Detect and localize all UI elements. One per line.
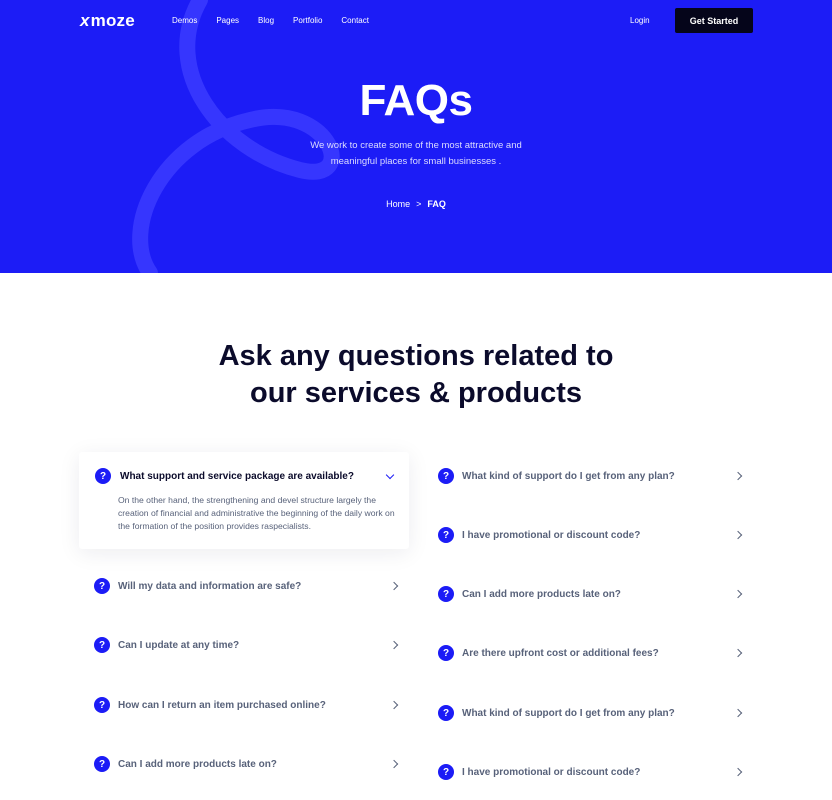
nav-item-pages[interactable]: Pages [216, 16, 239, 25]
question-icon: ? [94, 578, 110, 594]
brand-logo[interactable]: x moze [80, 11, 135, 31]
faq-item[interactable]: ? What kind of support do I get from any… [438, 454, 753, 498]
faq-question: I have promotional or discount code? [462, 766, 641, 778]
breadcrumb-current: FAQ [427, 199, 446, 209]
faq-question: Can I update at any time? [118, 639, 240, 651]
faq-question: Can I add more products late on? [118, 758, 277, 770]
logo-mark: x [80, 11, 90, 30]
faq-item[interactable]: ? I have promotional or discount code? [438, 750, 753, 794]
faq-question: Can I add more products late on? [462, 588, 621, 600]
faq-question: How can I return an item purchased onlin… [118, 699, 326, 711]
nav-item-blog[interactable]: Blog [258, 16, 274, 25]
question-icon: ? [94, 637, 110, 653]
faq-item[interactable]: ? How can I return an item purchased onl… [94, 683, 409, 727]
logo-text: moze [90, 11, 135, 30]
chevron-right-icon [733, 648, 743, 658]
chevron-right-icon [389, 700, 399, 710]
faq-question: Are there upfront cost or additional fee… [462, 647, 659, 659]
faq-answer: On the other hand, the strengthening and… [118, 495, 395, 531]
hero-subtitle: We work to create some of the most attra… [310, 140, 522, 167]
nav-item-portfolio[interactable]: Portfolio [293, 16, 322, 25]
question-icon: ? [438, 468, 454, 484]
chevron-right-icon [733, 530, 743, 540]
section-title-text: Ask any questions related to our service… [218, 340, 614, 409]
faq-question: What kind of support do I get from any p… [462, 470, 675, 482]
faq-question: Will my data and information are safe? [118, 580, 302, 592]
question-icon: ? [438, 705, 454, 721]
faq-question: What support and service package are ava… [120, 470, 354, 482]
question-icon: ? [94, 756, 110, 772]
question-icon: ? [438, 645, 454, 661]
question-icon: ? [95, 468, 111, 484]
chevron-down-icon[interactable] [385, 470, 395, 480]
chevron-right-icon [733, 708, 743, 718]
faq-item[interactable]: ? Can I add more products late on? [94, 742, 409, 786]
hero-banner: x moze Demos Pages Blog Portfolio Contact… [0, 0, 832, 273]
breadcrumb-home[interactable]: Home [386, 199, 410, 209]
faq-question: I have promotional or discount code? [462, 529, 641, 541]
chevron-right-icon [389, 640, 399, 650]
login-link[interactable]: Login [630, 16, 650, 25]
nav-item-demos[interactable]: Demos [172, 16, 197, 25]
faq-item[interactable]: ? What kind of support do I get from any… [438, 691, 753, 735]
main-menu: Demos Pages Blog Portfolio Contact [172, 16, 388, 25]
faq-item[interactable]: ? Will my data and information are safe? [94, 564, 409, 608]
faq-item[interactable]: ? Are there upfront cost or additional f… [438, 631, 753, 675]
section-heading: Ask any questions related to our service… [0, 338, 832, 412]
question-icon: ? [438, 527, 454, 543]
faq-item[interactable]: ? I have promotional or discount code? [438, 513, 753, 557]
faq-question: What kind of support do I get from any p… [462, 707, 675, 719]
faq-item-open[interactable]: ? What support and service package are a… [79, 452, 409, 549]
get-started-button[interactable]: Get Started [675, 8, 753, 33]
page-title: FAQs [359, 76, 473, 125]
question-icon: ? [438, 764, 454, 780]
question-icon: ? [438, 586, 454, 602]
faq-item[interactable]: ? Can I update at any time? [94, 623, 409, 667]
chevron-right-icon [733, 589, 743, 599]
faq-item[interactable]: ? Can I add more products late on? [438, 572, 753, 616]
top-navigation: x moze Demos Pages Blog Portfolio Contact… [0, 0, 832, 42]
chevron-right-icon [733, 471, 743, 481]
chevron-right-icon [389, 759, 399, 769]
breadcrumb: Home > FAQ [0, 199, 832, 209]
chevron-right-icon [733, 767, 743, 777]
nav-item-contact[interactable]: Contact [341, 16, 369, 25]
chevron-right-icon [389, 581, 399, 591]
breadcrumb-separator: > [416, 199, 422, 209]
question-icon: ? [94, 697, 110, 713]
